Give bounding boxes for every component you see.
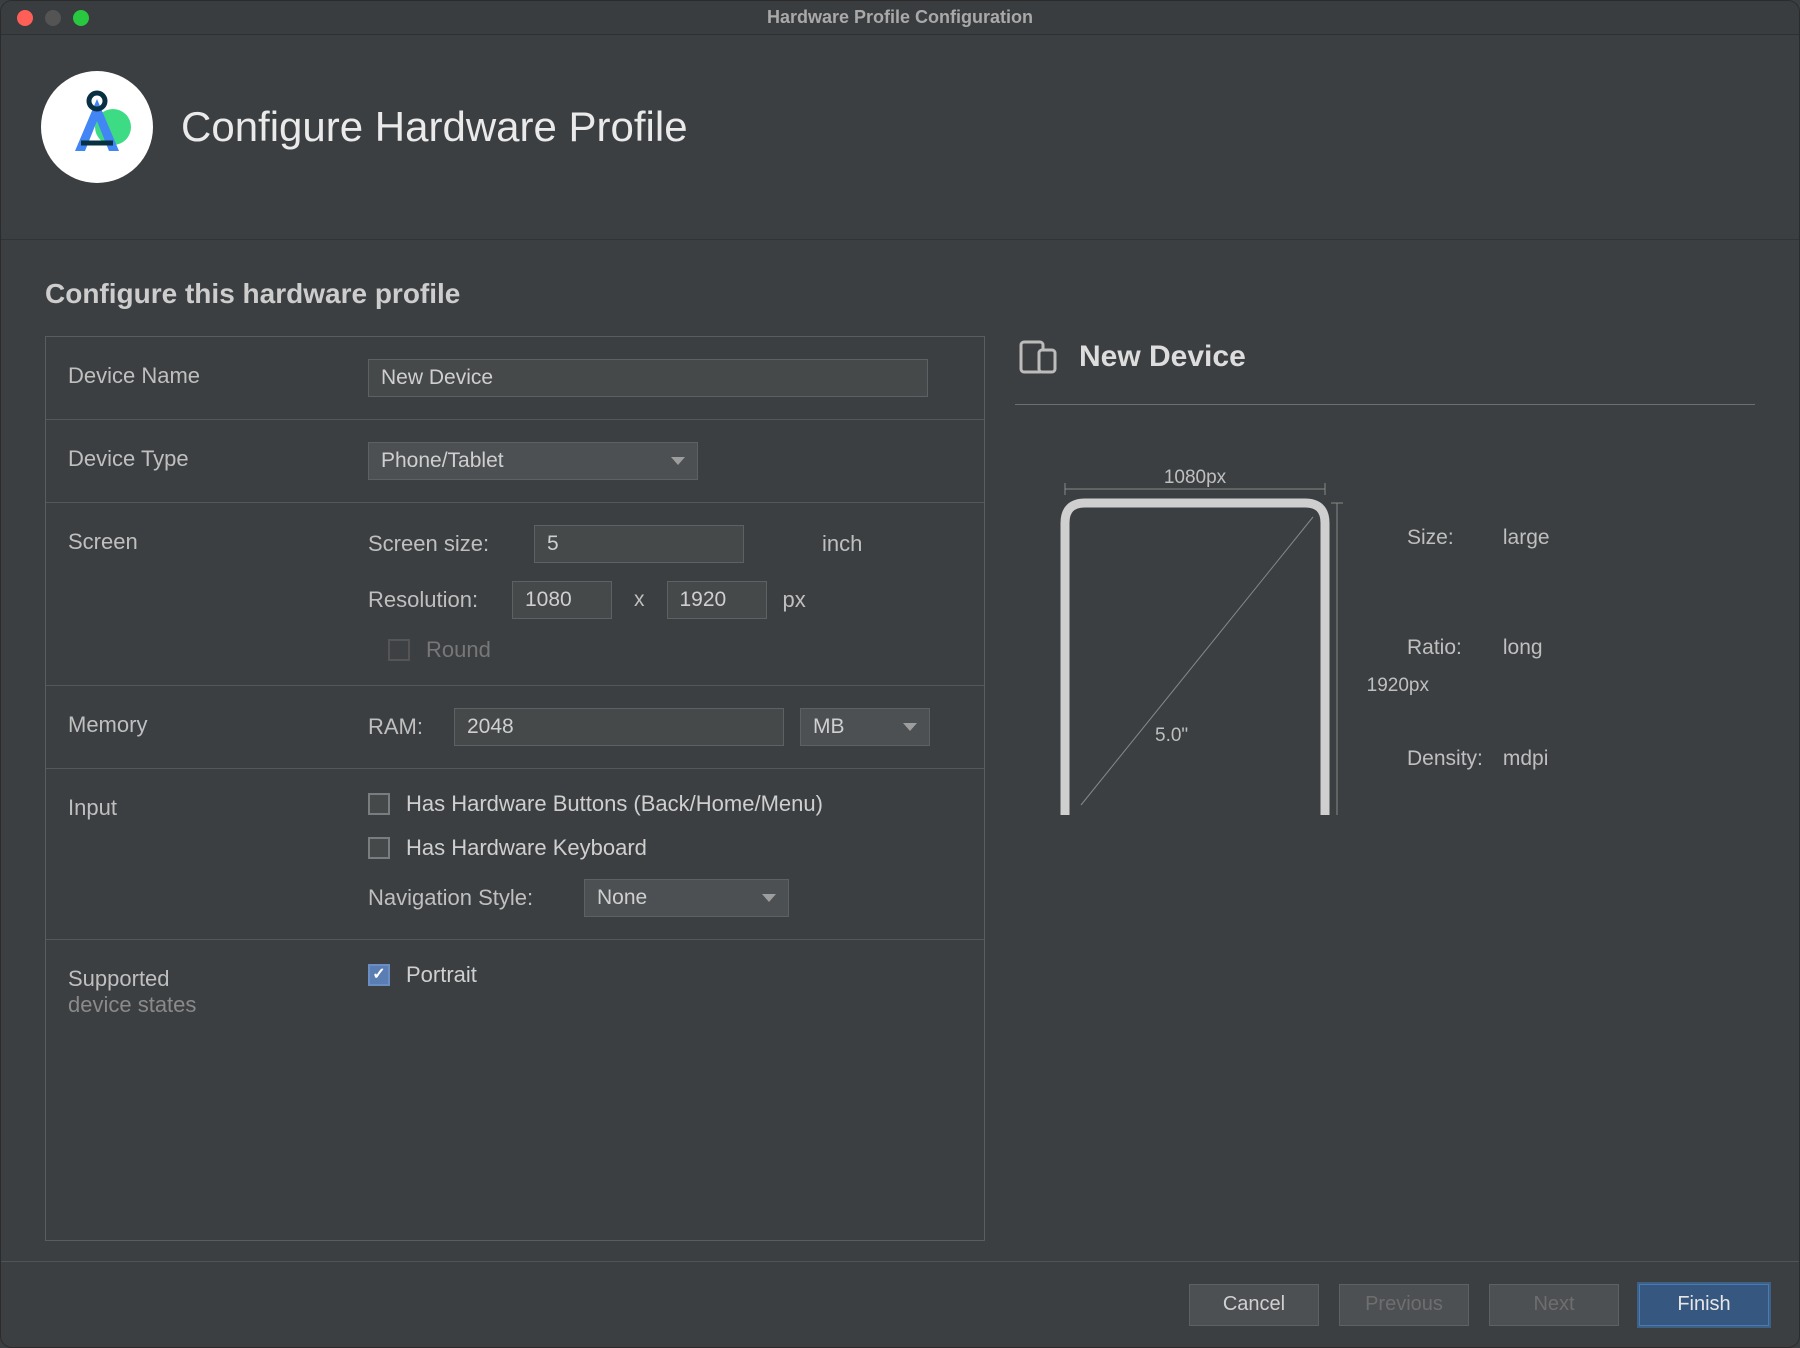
device-type-value: Phone/Tablet [381,449,504,473]
section-device-type: Device Type Phone/Tablet [46,420,984,503]
preview-body: 1080px 1920px 5.0" Size:large Ratio:long… [1015,405,1755,815]
input-label: Input [68,791,368,917]
page-title: Configure Hardware Profile [181,103,688,151]
window: Hardware Profile Configuration Configure… [0,0,1800,1348]
resolution-height-input[interactable] [667,581,767,619]
header: Configure Hardware Profile [1,35,1799,240]
ram-label: RAM: [368,714,438,740]
round-label: Round [426,637,491,663]
device-type-label: Device Type [68,442,368,480]
nav-style-value: None [597,886,647,910]
footer: Cancel Previous Next Finish [1,1261,1799,1347]
memory-label: Memory [68,708,368,746]
android-studio-icon [41,71,153,183]
window-controls [17,10,89,26]
device-name-label: Device Name [68,359,368,397]
zoom-icon[interactable] [73,10,89,26]
device-type-select[interactable]: Phone/Tablet [368,442,698,480]
resolution-width-input[interactable] [512,581,612,619]
section-input: Input Has Hardware Buttons (Back/Home/Me… [46,769,984,940]
preview-panel: New Device 1080px [1015,336,1755,1241]
window-title: Hardware Profile Configuration [1,7,1799,28]
form-panel: Device Name Device Type Phone/Tablet [45,336,985,1241]
section-screen: Screen Screen size: inch Resolution: x [46,503,984,686]
ram-unit-value: MB [813,715,845,739]
preview-title: New Device [1079,340,1246,374]
finish-button[interactable]: Finish [1639,1284,1769,1326]
previous-button[interactable]: Previous [1339,1284,1469,1326]
devices-icon [1019,340,1059,374]
main: Configure this hardware profile Device N… [1,240,1799,1261]
titlebar: Hardware Profile Configuration [1,1,1799,35]
chevron-down-icon [903,723,917,731]
chevron-down-icon [671,457,685,465]
ram-unit-select[interactable]: MB [800,708,930,746]
section-device-name: Device Name [46,337,984,420]
screen-size-unit: inch [822,531,862,557]
ram-input[interactable] [454,708,784,746]
minimize-icon[interactable] [45,10,61,26]
width-dimension: 1080px [1164,467,1226,489]
device-diagram: 1080px 1920px 5.0" [1045,475,1345,815]
preview-header: New Device [1015,336,1755,405]
section-memory: Memory RAM: MB [46,686,984,769]
section-supported: Supported device states Portrait [46,940,984,1026]
hw-keyboard-label: Has Hardware Keyboard [406,835,647,861]
chevron-down-icon [762,894,776,902]
close-icon[interactable] [17,10,33,26]
resolution-label: Resolution: [368,587,496,613]
next-button[interactable]: Next [1489,1284,1619,1326]
screen-size-label: Screen size: [368,531,518,557]
round-checkbox [388,639,410,661]
screen-label: Screen [68,525,368,663]
subtitle: Configure this hardware profile [45,278,1755,310]
supported-label: Supported device states [68,962,368,1018]
nav-style-select[interactable]: None [584,879,789,917]
hw-buttons-checkbox[interactable] [368,793,390,815]
resolution-x: x [628,588,651,612]
device-name-input[interactable] [368,359,928,397]
diagonal-dimension: 5.0" [1155,725,1188,747]
cancel-button[interactable]: Cancel [1189,1284,1319,1326]
content: Device Name Device Type Phone/Tablet [45,336,1755,1241]
hw-keyboard-checkbox[interactable] [368,837,390,859]
height-dimension: 1920px [1367,675,1429,697]
hw-buttons-label: Has Hardware Buttons (Back/Home/Menu) [406,791,823,817]
spec-table: Size:large Ratio:long Density:mdpi [1405,475,1552,815]
portrait-label: Portrait [406,962,477,988]
portrait-checkbox[interactable] [368,964,390,986]
nav-style-label: Navigation Style: [368,885,568,911]
resolution-unit: px [783,587,806,613]
screen-size-input[interactable] [534,525,744,563]
